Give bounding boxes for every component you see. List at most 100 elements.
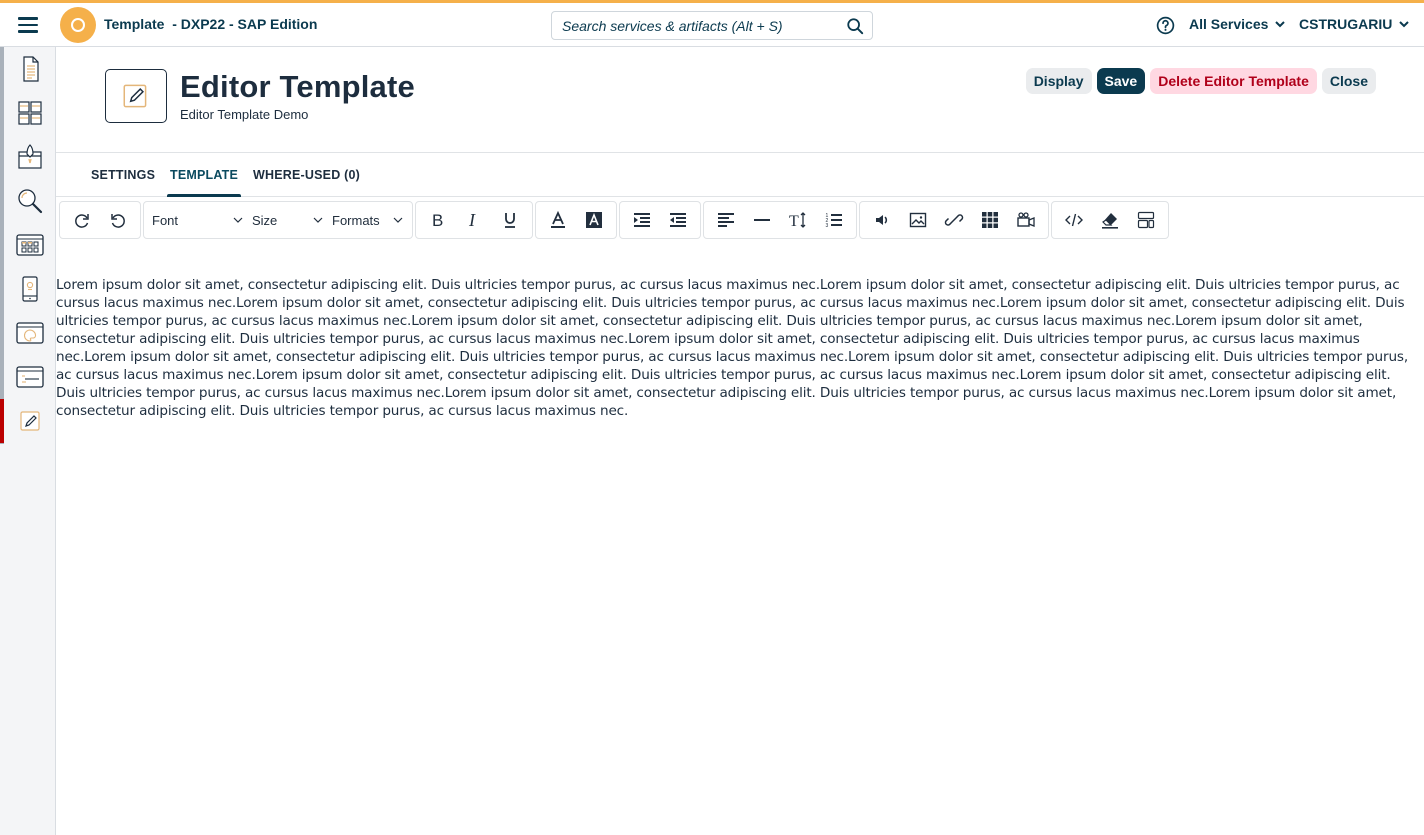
size-select[interactable]: Size (248, 205, 328, 235)
indent-button[interactable] (624, 205, 660, 235)
shell-bar: Template - DXP22 - SAP Edition All Servi… (0, 3, 1424, 47)
object-icon (105, 69, 167, 123)
link-icon (944, 214, 964, 226)
chevron-down-icon (1275, 21, 1286, 28)
line-height-icon: T (789, 212, 806, 230)
theme-palette-icon (15, 322, 44, 344)
bold-button[interactable]: B (420, 205, 456, 235)
underline-button[interactable] (492, 205, 528, 235)
image-button[interactable] (900, 205, 936, 235)
search-field[interactable] (551, 11, 873, 40)
sidebar-item-editor-template[interactable] (0, 399, 55, 443)
indent-icon (634, 213, 650, 227)
header-actions: Display Save Delete Editor Template Clos… (1025, 68, 1376, 94)
text-color-icon (551, 210, 565, 228)
page-title: Editor Template (180, 69, 415, 104)
search-icon[interactable] (846, 17, 864, 35)
sidebar-item-mobile[interactable] (4, 267, 55, 311)
sidebar-item-launch[interactable] (4, 135, 55, 179)
image-icon (909, 212, 927, 228)
tab-settings[interactable]: SETTINGS (91, 168, 155, 182)
edit-icon (123, 84, 147, 108)
catalog-icon (15, 234, 44, 256)
chevron-down-icon (393, 217, 403, 223)
horizontal-rule-button[interactable] (744, 205, 780, 235)
sidebar-item-search[interactable] (4, 179, 55, 223)
underline-icon (505, 213, 515, 228)
font-select-label: Font (152, 212, 179, 228)
redo-button[interactable] (100, 205, 136, 235)
video-camera-icon (1017, 212, 1035, 227)
eraser-icon (1102, 213, 1118, 229)
line-height-button[interactable]: T (780, 205, 816, 235)
object-header: Editor Template Editor Template Demo Dis… (56, 47, 1424, 153)
table-button[interactable] (972, 205, 1008, 235)
indent-group (619, 201, 701, 239)
sidebar-item-catalog[interactable] (4, 223, 55, 267)
formats-select[interactable]: Formats (328, 205, 408, 235)
text-style-group: B I (415, 201, 533, 239)
chevron-down-icon (313, 217, 323, 223)
display-button[interactable]: Display (1025, 68, 1092, 94)
close-button[interactable]: Close (1321, 68, 1376, 94)
italic-icon: I (468, 210, 476, 230)
video-button[interactable] (1008, 205, 1044, 235)
table-icon (982, 212, 998, 228)
italic-button[interactable]: I (456, 205, 492, 235)
save-button[interactable]: Save (1096, 68, 1146, 94)
document-icon (22, 56, 39, 82)
clear-formatting-button[interactable] (1092, 205, 1128, 235)
sidebar-item-grid-layout[interactable] (4, 91, 55, 135)
outdent-button[interactable] (660, 205, 696, 235)
font-select[interactable]: Font (148, 205, 248, 235)
svg-text:B: B (432, 211, 443, 230)
editor-toolbar: Font Size Formats B I T 123 (59, 201, 1169, 239)
sidebar-item-document[interactable] (4, 47, 55, 91)
template-layout-icon (1137, 211, 1155, 229)
svg-text:T: T (789, 213, 799, 230)
insert-group (859, 201, 1049, 239)
rocket-launch-icon (17, 144, 42, 169)
delete-button[interactable]: Delete Editor Template (1150, 68, 1317, 94)
all-services-menu[interactable]: All Services (1189, 16, 1286, 32)
numbered-list-button[interactable]: 123 (816, 205, 852, 235)
editor-content[interactable]: Lorem ipsum dolor sit amet, consectetur … (56, 276, 1418, 420)
audio-button[interactable] (864, 205, 900, 235)
align-left-icon (718, 213, 734, 227)
magnifier-icon (17, 189, 42, 214)
svg-text:3: 3 (826, 223, 829, 229)
side-navigation (0, 47, 56, 835)
app-logo[interactable] (60, 7, 96, 43)
sidebar-item-form[interactable] (4, 355, 55, 399)
undo-icon (75, 214, 89, 228)
bold-icon: B (432, 211, 443, 230)
background-color-button[interactable] (576, 205, 612, 235)
sidebar-item-theme[interactable] (4, 311, 55, 355)
code-icon (1065, 213, 1083, 227)
tools-group (1051, 201, 1169, 239)
background-color-icon (586, 212, 602, 228)
help-icon[interactable] (1156, 16, 1175, 35)
undo-button[interactable] (64, 205, 100, 235)
source-code-button[interactable] (1056, 205, 1092, 235)
link-button[interactable] (936, 205, 972, 235)
page-subtitle: Editor Template Demo (180, 107, 309, 122)
color-group (535, 201, 617, 239)
chevron-down-icon (233, 217, 243, 223)
font-group: Font Size Formats (143, 201, 413, 239)
text-color-button[interactable] (540, 205, 576, 235)
template-button[interactable] (1128, 205, 1164, 235)
align-button[interactable] (708, 205, 744, 235)
tab-where-used[interactable]: WHERE-USED (0) (253, 168, 360, 182)
menu-icon[interactable] (18, 17, 38, 33)
app-title: Template - DXP22 - SAP Edition (104, 16, 318, 32)
user-menu[interactable]: CSTRUGARIU (1299, 16, 1410, 32)
horizontal-rule-icon (754, 219, 770, 221)
search-input[interactable] (552, 12, 842, 39)
all-services-label: All Services (1189, 16, 1269, 32)
edit-icon (19, 411, 40, 431)
form-icon (15, 366, 44, 388)
redo-icon (111, 214, 125, 228)
outdent-icon (670, 213, 686, 227)
tab-template[interactable]: TEMPLATE (166, 168, 242, 197)
